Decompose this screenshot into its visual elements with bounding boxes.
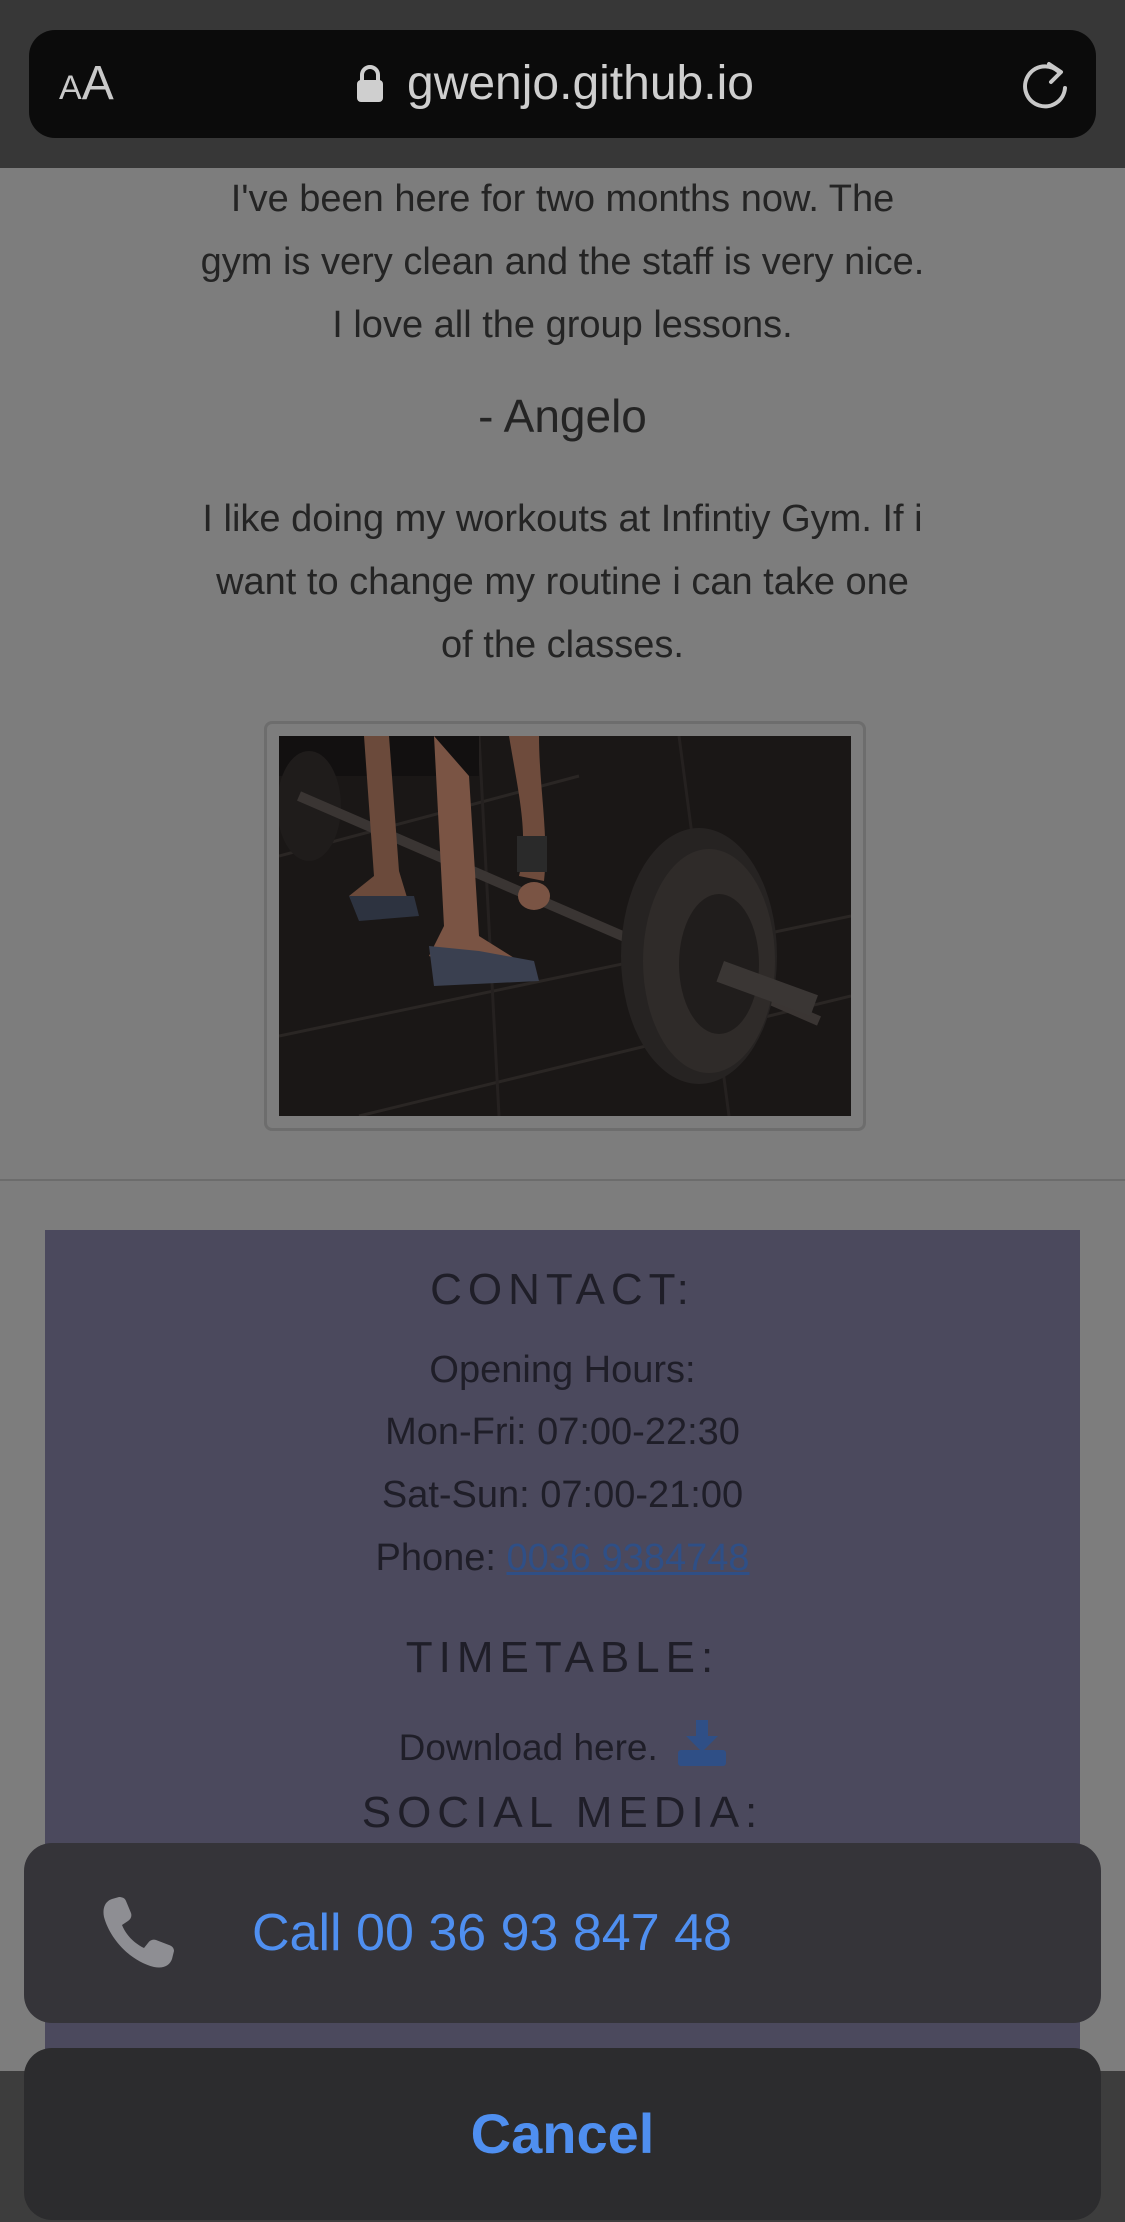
sat-sun-hours: Sat-Sun: 07:00-21:00 [381, 1474, 744, 1516]
testimonial-line: I've been here for two months now. The [230, 178, 895, 220]
download-icon[interactable] [678, 1720, 727, 1766]
testimonial-angelo: I've been here for two months now. The g… [150, 168, 975, 357]
cancel-label: Cancel [470, 2102, 655, 2165]
timetable-download: Download here. [45, 1720, 1080, 1773]
section-divider [0, 1179, 1125, 1181]
text-size-button[interactable]: AA [59, 56, 114, 116]
browser-toolbar: AA gwenjo.github.io [0, 0, 1125, 168]
timetable-heading: TIMETABLE: [405, 1633, 720, 1682]
mon-fri-hours: Mon-Fri: 07:00-22:30 [385, 1411, 740, 1453]
download-text[interactable]: Download here. [399, 1727, 658, 1768]
opening-hours-label: Opening Hours: [429, 1349, 696, 1391]
testimonial-line: I like doing my workouts at Infintiy Gym… [202, 498, 923, 540]
testimonial-second: I like doing my workouts at Infintiy Gym… [150, 488, 975, 677]
url-text: gwenjo.github.io [407, 57, 754, 110]
testimonial-line: want to change my routine i can take one [216, 561, 909, 603]
testimonial-line: of the classes. [441, 624, 684, 666]
deadlift-photo-frame [264, 721, 866, 1131]
cancel-button[interactable]: Cancel [24, 2048, 1101, 2220]
lock-icon [357, 65, 383, 102]
call-phone-button[interactable]: Call 00 36 93 847 48 [24, 1843, 1101, 2023]
deadlift-photo [279, 736, 851, 1116]
social-media-heading: SOCIAL MEDIA: [361, 1788, 764, 1837]
address-bar[interactable]: AA gwenjo.github.io [29, 30, 1096, 138]
phone-link[interactable]: 0036 9384748 [506, 1537, 749, 1579]
testimonial-line: gym is very clean and the staff is very … [200, 241, 925, 283]
phone-line: Phone: 0036 9384748 [45, 1533, 1080, 1583]
contact-heading: CONTACT: [430, 1265, 695, 1314]
call-label: Call 00 36 93 847 48 [252, 1904, 732, 1962]
testimonial-line: I love all the group lessons. [332, 304, 793, 346]
phone-icon [103, 1897, 174, 1968]
reload-icon[interactable] [1019, 58, 1073, 112]
phone-label: Phone: [375, 1537, 507, 1579]
testimonial-author: - Angelo [478, 390, 647, 442]
